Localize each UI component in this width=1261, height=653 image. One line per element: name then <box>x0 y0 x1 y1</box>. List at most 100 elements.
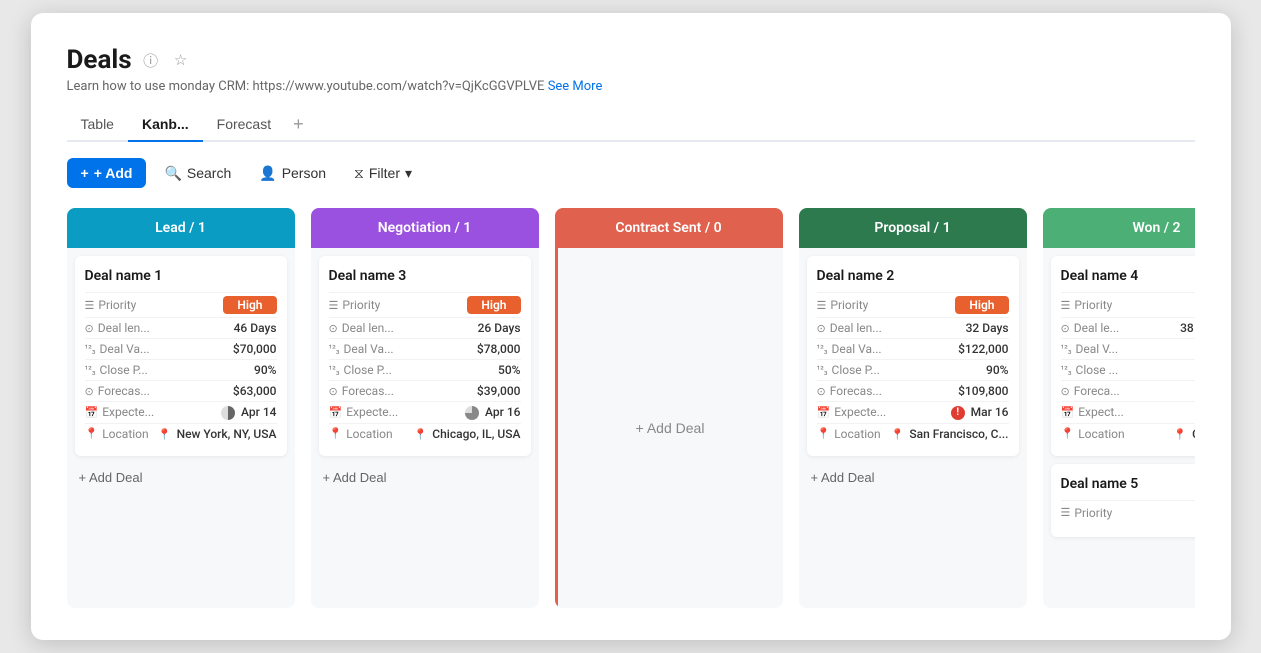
loc4-icon: 📍 <box>1061 427 1075 440</box>
loc-icon: 📍 <box>85 427 99 440</box>
cal2-icon: 📅 <box>329 406 343 419</box>
deal3-forecast-label: ⊙ Forecas... <box>329 384 401 398</box>
add-deal-negotiation[interactable]: + Add Deal <box>319 464 531 491</box>
num2-icon: ¹²₃ <box>85 365 96 376</box>
num3-icon: ¹²₃ <box>329 344 340 355</box>
deal4-deallen-row: ⊙ Deal le... 38 Total Days <box>1061 317 1195 338</box>
col-lead-body: Deal name 1 ☰ Priority High ⊙ Deal len..… <box>67 248 295 608</box>
deal3-deallen-label: ⊙ Deal len... <box>329 321 401 335</box>
deal2-dealval-label: ¹²₃ Deal Va... <box>817 342 889 356</box>
filter-icon: ⧖ <box>354 165 364 182</box>
deal4-priority-row: ☰ Priority Low <box>1061 292 1195 317</box>
deal1-expected-label: 📅 Expecte... <box>85 405 157 419</box>
deal4-name: Deal name 4 <box>1061 268 1195 284</box>
deal2-closep-label: ¹²₃ Close P... <box>817 363 889 377</box>
deal2-deallen-row: ⊙ Deal len... 32 Days <box>817 317 1009 338</box>
deal3-expected-value: Apr 16 <box>465 405 520 420</box>
deal3-closep-label: ¹²₃ Close P... <box>329 363 401 377</box>
card-deal3: Deal name 3 ☰ Priority High ⊙ Deal len..… <box>319 256 531 456</box>
deal4-closep-row: ¹²₃ Close ... 100% <box>1061 359 1195 380</box>
see-more-link[interactable]: See More <box>548 79 603 94</box>
card-deal5: Deal name 5 ☰ Priority Low <box>1051 464 1195 537</box>
deal1-priority-row: ☰ Priority High <box>85 292 277 317</box>
add-deal-proposal[interactable]: + Add Deal <box>807 464 1019 491</box>
map-pin4-icon: 📍 <box>1173 428 1187 441</box>
info-icon[interactable]: ⓘ <box>140 49 162 71</box>
deal4-location-label: 📍 Location <box>1061 427 1133 441</box>
deal1-forecast-value: $63,000 <box>233 384 277 398</box>
deal3-closep-row: ¹²₃ Close P... 50% <box>329 359 521 380</box>
add-deal-contract[interactable]: + Add Deal <box>632 414 709 442</box>
rows-icon: ☰ <box>85 299 95 312</box>
deal3-forecast-value: $39,000 <box>477 384 521 398</box>
col-contract-header: Contract Sent / 0 <box>555 208 783 248</box>
cal3-icon: 📅 <box>817 406 831 419</box>
page-subtitle: Learn how to use monday CRM: https://www… <box>67 79 1195 94</box>
rows3-icon: ☰ <box>817 299 827 312</box>
deal2-priority-badge: High <box>955 296 1008 314</box>
deal3-dealval-label: ¹²₃ Deal Va... <box>329 342 401 356</box>
deal2-name: Deal name 2 <box>817 268 1009 284</box>
deal3-deallen-value: 26 Days <box>478 321 521 335</box>
deal1-closep-label: ¹²₃ Close P... <box>85 363 157 377</box>
deal1-deallen-value: 46 Days <box>234 321 277 335</box>
num5-icon: ¹²₃ <box>817 344 828 355</box>
loc2-icon: 📍 <box>329 427 343 440</box>
deal2-closep-value: 90% <box>986 363 1008 377</box>
deal2-dealval-value: $122,000 <box>958 342 1008 356</box>
deal2-location-row: 📍 Location 📍 San Francisco, C... <box>817 423 1009 444</box>
kanban-board: Lead / 1 Deal name 1 ☰ Priority High ⊙ <box>67 208 1195 616</box>
col-negotiation-header: Negotiation / 1 <box>311 208 539 248</box>
plus-icon: + <box>81 165 89 181</box>
cal-icon: 📅 <box>85 406 99 419</box>
deal2-deallen-label: ⊙ Deal len... <box>817 321 889 335</box>
deal1-expected-value: Apr 14 <box>221 405 276 420</box>
deal1-location-label: 📍 Location <box>85 427 157 441</box>
col-won-body: Deal name 4 ☰ Priority Low ⊙ Deal le... <box>1043 248 1195 608</box>
clock-icon: ⊙ <box>85 322 94 335</box>
deal3-location-label: 📍 Location <box>329 427 401 441</box>
tab-table[interactable]: Table <box>67 108 128 142</box>
deal2-expected-row: 📅 Expecte... ! Mar 16 <box>817 401 1009 423</box>
deal1-closep-value: 90% <box>254 363 276 377</box>
deal1-forecast-label: ⊙ Forecas... <box>85 384 157 398</box>
search-button[interactable]: 🔍 Search <box>154 159 241 188</box>
deal3-priority-badge: High <box>467 296 520 314</box>
deal4-expected-label: 📅 Expect... <box>1061 405 1133 419</box>
person-button[interactable]: 👤 Person <box>249 159 336 188</box>
clock3-icon: ⊙ <box>817 322 826 335</box>
tab-kanban[interactable]: Kanb... <box>128 108 203 142</box>
col-proposal: Proposal / 1 Deal name 2 ☰ Priority High… <box>799 208 1027 608</box>
page-title: Deals <box>67 45 132 75</box>
deal2-dealval-row: ¹²₃ Deal Va... $122,000 <box>817 338 1009 359</box>
circle2-icon: ⊙ <box>329 385 338 398</box>
deal3-priority-label: ☰ Priority <box>329 298 401 312</box>
deal1-deallen-label: ⊙ Deal len... <box>85 321 157 335</box>
map-pin-icon: 📍 <box>158 428 172 441</box>
deal2-priority-label: ☰ Priority <box>817 298 889 312</box>
toolbar: + + Add 🔍 Search 👤 Person ⧖ Filter ▾ <box>67 158 1195 188</box>
deal5-priority-label: ☰ Priority <box>1061 506 1133 520</box>
star-icon[interactable]: ☆ <box>170 49 192 71</box>
tab-add-button[interactable]: + <box>285 110 312 139</box>
deal2-forecast-row: ⊙ Forecas... $109,800 <box>817 380 1009 401</box>
loc3-icon: 📍 <box>817 427 831 440</box>
deal4-deallen-label: ⊙ Deal le... <box>1061 321 1133 335</box>
col-proposal-header: Proposal / 1 <box>799 208 1027 248</box>
deal1-priority-label: ☰ Priority <box>85 298 157 312</box>
chevron-down-icon: ▾ <box>405 165 412 182</box>
col-negotiation-body: Deal name 3 ☰ Priority High ⊙ Deal len..… <box>311 248 539 608</box>
deal4-location-row: 📍 Location 📍 Colosseum <box>1061 423 1195 444</box>
col-won-header: Won / 2 <box>1043 208 1195 248</box>
tab-forecast[interactable]: Forecast <box>203 108 285 142</box>
deal1-deallen-row: ⊙ Deal len... 46 Days <box>85 317 277 338</box>
col-contract-body: + Add Deal <box>555 248 783 608</box>
col-lead-header: Lead / 1 <box>67 208 295 248</box>
deal3-expected-label: 📅 Expecte... <box>329 405 401 419</box>
add-deal-lead[interactable]: + Add Deal <box>75 464 287 491</box>
circle3-icon: ⊙ <box>817 385 826 398</box>
add-button[interactable]: + + Add <box>67 158 147 188</box>
deal4-forecast-label: ⊙ Foreca... <box>1061 384 1133 398</box>
num4-icon: ¹²₃ <box>329 365 340 376</box>
filter-button[interactable]: ⧖ Filter ▾ <box>344 159 422 188</box>
